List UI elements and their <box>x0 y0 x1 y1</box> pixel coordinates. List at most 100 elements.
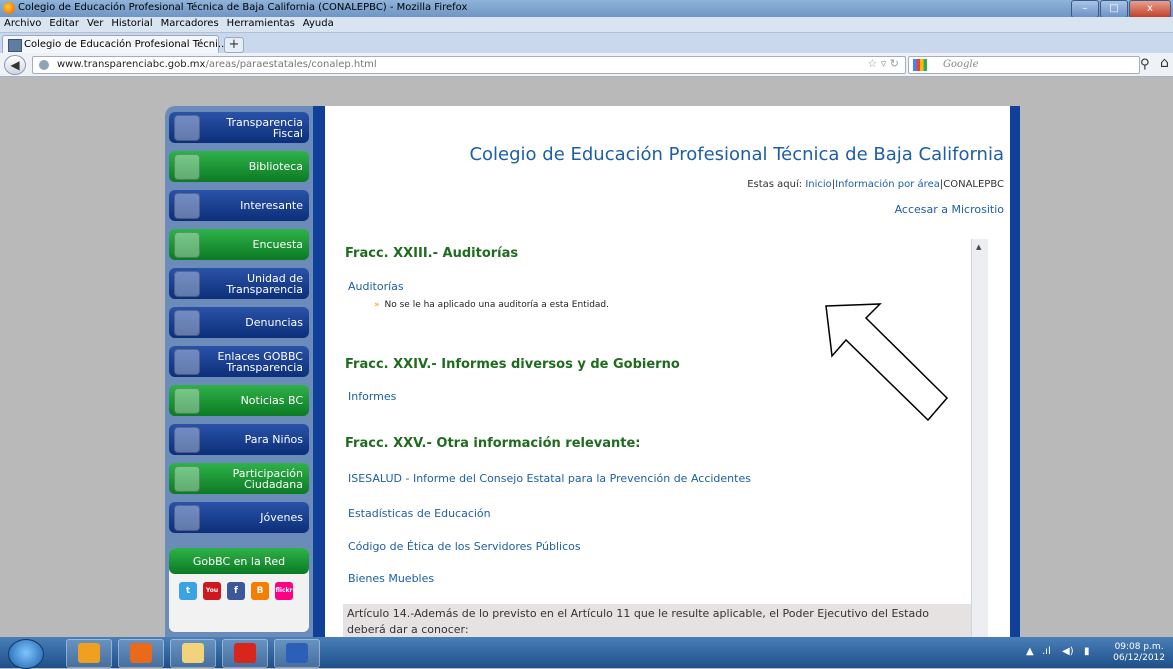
window-title-bar: Colegio de Educación Profesional Técnica… <box>0 0 1173 18</box>
network-icon[interactable]: .ıl <box>1042 646 1051 657</box>
volume-icon[interactable]: ◀) <box>1062 646 1074 657</box>
sidebar-item-label: Encuesta <box>252 238 304 251</box>
menu-marcadores[interactable]: Marcadores <box>157 17 223 32</box>
menu-herramientas[interactable]: Herramientas <box>223 17 299 32</box>
window-controls: – □ x <box>1070 0 1171 18</box>
new-tab-button[interactable]: + <box>224 37 244 53</box>
link-auditorias[interactable]: Auditorías <box>348 280 404 293</box>
firefox-icon <box>3 2 15 14</box>
sidebar-item-label: Jóvenes <box>260 511 303 524</box>
facebook-icon[interactable]: f <box>227 582 245 600</box>
menu-historial[interactable]: Historial <box>107 17 156 32</box>
breadcrumb-prefix: Estas aquí: <box>747 179 803 190</box>
url-tools: ☆ ▿ ↻ <box>867 57 899 70</box>
section-heading-otra-info: Fracc. XXV.- Otra información relevante: <box>345 436 641 451</box>
auditoria-note: » No se le ha aplicado una auditoría a es… <box>374 300 610 310</box>
sidebar-menu: Transparencia Fiscal Biblioteca Interesant… <box>169 112 309 541</box>
system-tray: ▲ .ıl ◀) ▮ 09:08 p.m. 06/12/2012 <box>998 637 1173 668</box>
start-button[interactable] <box>8 639 44 669</box>
explorer-icon <box>182 643 204 663</box>
menu-ayuda[interactable]: Ayuda <box>299 17 338 32</box>
sidebar-item-8[interactable]: Para Niños <box>169 424 309 455</box>
sidebar-item-0[interactable]: Transparencia Fiscal <box>169 112 309 143</box>
taskbar-app-2[interactable] <box>170 639 216 668</box>
page-title: Colegio de Educación Profesional Técnica… <box>469 144 1004 165</box>
lock-icon <box>174 271 200 297</box>
bullet-icon: » <box>374 300 380 310</box>
taskbar-app-4[interactable] <box>274 639 320 668</box>
close-button[interactable]: x <box>1129 0 1171 18</box>
url-bar[interactable]: www.transparenciabc.gob.mx/areas/paraest… <box>32 56 906 74</box>
sidebar: Transparencia Fiscal Biblioteca Interesant… <box>165 106 313 637</box>
flickr-icon[interactable]: flickr <box>275 582 293 600</box>
sidebar-item-5[interactable]: Denuncias <box>169 307 309 338</box>
scrollbar[interactable] <box>971 239 988 637</box>
tray-expand-icon[interactable]: ▲ <box>1026 646 1034 657</box>
annotation-arrow-icon <box>825 303 949 422</box>
sidebar-item-2[interactable]: Interesante <box>169 190 309 221</box>
tab-conalep[interactable]: Colegio de Educación Profesional Técni..… <box>2 35 227 54</box>
history-dropdown-icon[interactable]: ▿ <box>881 57 887 70</box>
breadcrumb-info[interactable]: Información por área <box>835 179 940 190</box>
word-icon <box>286 643 308 663</box>
section-heading-informes: Fracc. XXIV.- Informes diversos y de Gob… <box>345 357 680 372</box>
clock[interactable]: 09:08 p.m. 06/12/2012 <box>1113 642 1165 664</box>
hand-icon <box>174 115 200 141</box>
twitter-icon[interactable]: t <box>179 582 197 600</box>
sidebar-item-1[interactable]: Biblioteca <box>169 151 309 182</box>
link-codigo-etica[interactable]: Código de Ética de los Servidores Públic… <box>348 540 581 553</box>
menu-ver[interactable]: Ver <box>83 17 107 32</box>
sidebar-item-6[interactable]: Enlaces GOBBC Transparencia <box>169 346 309 377</box>
sidebar-item-label: Biblioteca <box>248 160 303 173</box>
reload-icon[interactable]: ↻ <box>890 57 899 70</box>
maximize-button[interactable]: □ <box>1100 0 1128 18</box>
microsite-link[interactable]: Accesar a Micrositio <box>895 203 1004 216</box>
link-estadisticas[interactable]: Estadísticas de Educación <box>348 507 491 520</box>
social-panel: GobBC en la Red t You f Bflickr <box>169 548 309 632</box>
menu-editar[interactable]: Editar <box>45 17 83 32</box>
youtube-icon[interactable]: You <box>203 582 221 600</box>
sidebar-item-10[interactable]: Jóvenes <box>169 502 309 533</box>
sidebar-item-9[interactable]: Participación Ciudadana <box>169 463 309 494</box>
sidebar-item-4[interactable]: Unidad de Transparencia <box>169 268 309 299</box>
clock-time: 09:08 p.m. <box>1114 642 1164 652</box>
site-identity-icon[interactable] <box>39 60 49 70</box>
search-input[interactable]: Google <box>908 56 1140 74</box>
right-border <box>1010 106 1020 637</box>
sidebar-item-7[interactable]: Noticias BC <box>169 385 309 416</box>
sidebar-item-label: Interesante <box>240 199 303 212</box>
youth-icon <box>174 505 200 531</box>
sidebar-item-3[interactable]: Encuesta <box>169 229 309 260</box>
power-icon[interactable]: ▮ <box>1084 646 1090 657</box>
tab-bar: Colegio de Educación Profesional Técni..… <box>0 33 1173 54</box>
social-header[interactable]: GobBC en la Red <box>169 548 309 574</box>
link-bienes-muebles[interactable]: Bienes Muebles <box>348 572 434 585</box>
breadcrumb-inicio[interactable]: Inicio <box>805 179 831 190</box>
globe-icon <box>174 349 200 375</box>
minimize-button[interactable]: – <box>1071 0 1099 18</box>
search-icon[interactable]: ⚲ <box>1140 57 1150 72</box>
left-border <box>313 106 325 637</box>
google-engine-icon[interactable] <box>913 59 927 71</box>
kids-icon <box>174 427 200 453</box>
content-scroll-area[interactable]: Fracc. XXIII.- Auditorías Auditorías » No… <box>338 239 988 637</box>
scroll-up-icon[interactable]: ▲ <box>976 243 981 251</box>
back-button[interactable]: ◀ <box>4 55 26 75</box>
articulo-text: Artículo 14.-Además de lo previsto en el… <box>343 604 974 637</box>
blogger-icon[interactable]: B <box>251 582 269 600</box>
survey-icon <box>174 232 200 258</box>
books-icon <box>174 154 200 180</box>
link-isesalud[interactable]: ISESALUD - Informe del Consejo Estatal p… <box>348 472 751 485</box>
bookmark-star-icon[interactable]: ☆ <box>867 57 877 70</box>
taskbar-app-1[interactable] <box>118 639 164 668</box>
taskbar-app-3[interactable] <box>222 639 268 668</box>
link-informes[interactable]: Informes <box>348 390 396 403</box>
taskbar: ▲ .ıl ◀) ▮ 09:08 p.m. 06/12/2012 <box>0 637 1173 669</box>
home-icon[interactable]: ⌂ <box>1160 55 1169 71</box>
window-title: Colegio de Educación Profesional Técnica… <box>18 2 468 13</box>
taskbar-app-0[interactable] <box>66 639 112 668</box>
page-viewport: Transparencia Fiscal Biblioteca Interesant… <box>0 77 1173 637</box>
people-icon <box>174 193 200 219</box>
news-icon <box>174 388 200 414</box>
menu-archivo[interactable]: Archivo <box>0 17 45 32</box>
